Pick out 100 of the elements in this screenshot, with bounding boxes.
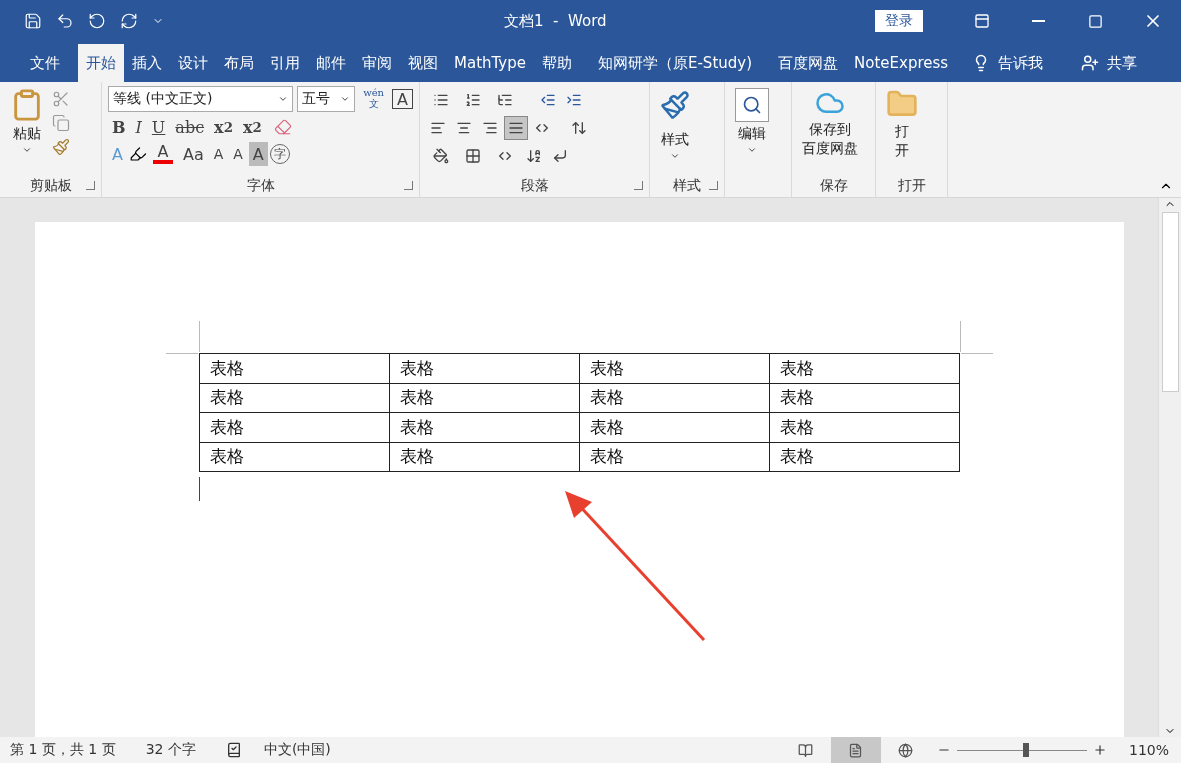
menu-tab[interactable]: 引用 xyxy=(262,44,308,82)
indent-decrease-icon xyxy=(540,92,556,108)
table-cell: 表格 xyxy=(199,412,390,442)
window-title: 文档1 - Word xyxy=(504,11,608,31)
zoom-in-icon[interactable] xyxy=(1092,743,1107,757)
caret-icon xyxy=(747,145,757,155)
scroll-thumb[interactable] xyxy=(1161,212,1179,392)
login-button[interactable]: 登录 xyxy=(875,10,923,32)
phonetic-guide-button[interactable]: wén 文 xyxy=(359,87,389,111)
font-name-dropdown[interactable]: 等线 (中文正文) xyxy=(108,86,294,112)
group-label: 字体 xyxy=(246,177,275,195)
proofing-icon[interactable] xyxy=(225,742,242,758)
menu-tab[interactable]: 知网研学（原E-Study) xyxy=(580,44,771,82)
table-cell: 表格 xyxy=(579,353,770,383)
list-tree-icon xyxy=(497,92,513,108)
group-label: 保存 xyxy=(819,177,848,195)
save-icon[interactable] xyxy=(24,12,42,30)
font-color-button[interactable]: A xyxy=(148,142,177,166)
scissors-icon[interactable] xyxy=(52,90,70,108)
menu-tab[interactable]: 开始 xyxy=(78,44,124,82)
bullet-list-icon xyxy=(433,92,449,108)
menu-tab[interactable]: 百度网盘 xyxy=(770,44,847,82)
dialog-launcher-icon[interactable] xyxy=(634,181,643,190)
grow-font-button[interactable]: A xyxy=(209,142,228,166)
view-button[interactable] xyxy=(830,737,881,763)
share-button[interactable]: 共享 xyxy=(1107,53,1138,73)
open-button[interactable]: 打 开 xyxy=(882,86,922,175)
zoom-level: 110% xyxy=(1128,742,1169,758)
save-to-cloud-button[interactable]: 保存到 百度网盘 xyxy=(798,86,862,175)
change-case-button[interactable]: Aa xyxy=(178,142,208,166)
table-cell: 表格 xyxy=(579,383,770,413)
dialog-launcher-icon[interactable] xyxy=(86,181,95,190)
caret-icon xyxy=(670,151,680,161)
undo-icon[interactable] xyxy=(56,12,74,30)
table-cell: 表格 xyxy=(389,442,580,472)
highlighter-icon[interactable] xyxy=(128,145,147,163)
paste-button[interactable]: 粘贴 xyxy=(6,86,48,175)
character-border-button[interactable]: A xyxy=(392,89,413,109)
paintbrush-icon[interactable] xyxy=(52,138,70,156)
align-button[interactable] xyxy=(504,116,528,140)
table-cell: 表格 xyxy=(769,442,960,472)
dialog-launcher-icon[interactable] xyxy=(404,181,413,190)
copy-icon[interactable] xyxy=(52,114,70,132)
table-cell: 表格 xyxy=(389,383,580,413)
indent-increase-icon xyxy=(566,92,582,108)
menu-tab[interactable]: NoteExpress xyxy=(846,44,957,82)
menu-tab[interactable]: 审阅 xyxy=(354,44,400,82)
sort-icon xyxy=(526,148,542,164)
dialog-launcher-icon[interactable] xyxy=(709,181,718,190)
word-count: 32 个字 xyxy=(145,741,196,759)
group-label: 打开 xyxy=(897,177,926,195)
table-cell: 表格 xyxy=(579,442,770,472)
table-cell: 表格 xyxy=(769,383,960,413)
italic-button[interactable]: I xyxy=(131,115,146,139)
menu-tab[interactable]: 设计 xyxy=(170,44,216,82)
menu-tab[interactable]: 插入 xyxy=(124,44,170,82)
panel-icon xyxy=(973,13,990,29)
menu-tab[interactable]: 视图 xyxy=(400,44,446,82)
table-cell: 表格 xyxy=(389,353,580,383)
table-cell: 表格 xyxy=(199,383,390,413)
menu-tab[interactable]: 布局 xyxy=(216,44,262,82)
shrink-font-button[interactable]: A xyxy=(229,142,247,166)
character-shading-button[interactable]: A xyxy=(248,142,268,166)
table-cell: 表格 xyxy=(389,412,580,442)
styles-button[interactable]: 样式 xyxy=(656,86,694,175)
view-icon xyxy=(898,742,914,758)
redo-icon[interactable] xyxy=(88,12,106,30)
page-count: 第 1 页，共 1 页 xyxy=(10,741,116,759)
up-down-arrow-icon xyxy=(571,120,587,136)
strikethrough-button[interactable]: abc xyxy=(171,115,209,139)
numbered-list-icon xyxy=(465,92,481,108)
search-icon xyxy=(742,95,762,115)
table-cell: 表格 xyxy=(579,412,770,442)
group-label: 段落 xyxy=(520,177,549,195)
tell-me-search[interactable]: 告诉我 xyxy=(998,53,1044,73)
styles-brush-icon xyxy=(660,90,690,120)
table-cell: 表格 xyxy=(769,412,960,442)
font-size-dropdown[interactable]: 五号 xyxy=(297,86,356,112)
caret-icon xyxy=(278,94,289,104)
underline-button[interactable]: U xyxy=(147,115,170,139)
menu-tab[interactable]: 邮件 xyxy=(308,44,354,82)
menu-tab[interactable]: 文件 xyxy=(12,44,78,82)
minimize-icon xyxy=(1032,20,1045,22)
menu-tab[interactable]: 帮助 xyxy=(534,44,580,82)
bold-button[interactable]: B xyxy=(108,115,130,139)
menu-tab[interactable]: MathType xyxy=(446,44,534,82)
maximize-icon xyxy=(1088,13,1103,29)
zoom-thumb[interactable] xyxy=(1022,743,1029,757)
table-cell: 表格 xyxy=(199,353,390,383)
group-label: 剪贴板 xyxy=(29,177,72,195)
return-arrow-icon xyxy=(552,148,568,164)
grid-icon xyxy=(465,148,481,164)
eraser-icon[interactable] xyxy=(273,118,292,136)
caret-icon xyxy=(22,145,32,155)
editing-button[interactable]: 编辑 xyxy=(731,86,773,175)
table-cell: 表格 xyxy=(199,442,390,472)
table-cell: 表格 xyxy=(769,353,960,383)
group-label: 样式 xyxy=(673,177,701,195)
add-user-icon xyxy=(1081,54,1100,72)
refresh-icon[interactable] xyxy=(120,12,138,30)
